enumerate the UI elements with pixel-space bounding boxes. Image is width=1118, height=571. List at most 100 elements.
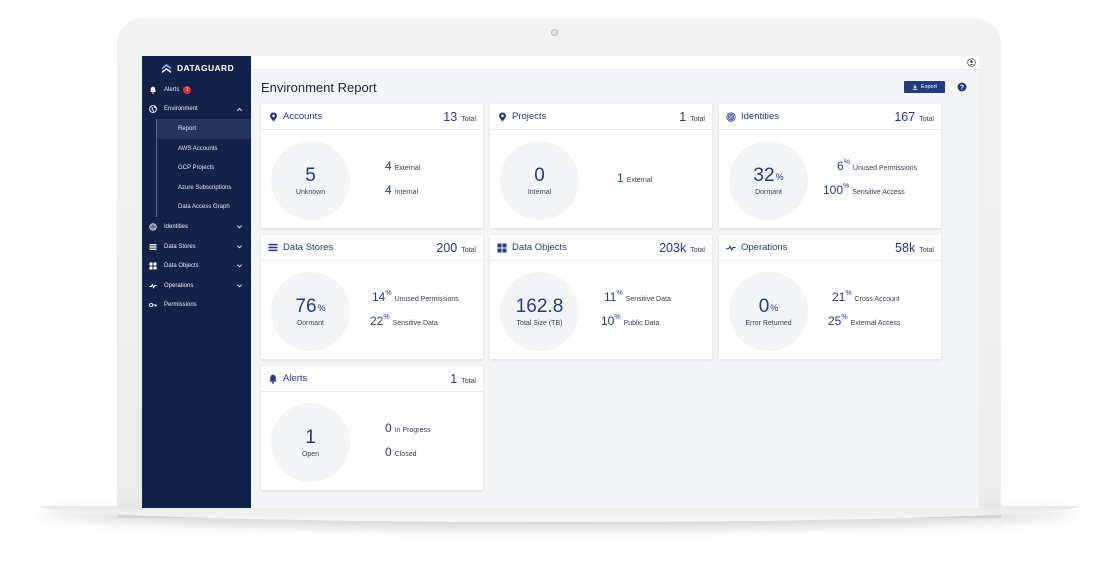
percent-sign: % bbox=[317, 303, 326, 313]
stat-value: 0 bbox=[385, 421, 392, 435]
sidebar-item-data-stores[interactable]: Data Stores bbox=[142, 237, 251, 257]
map-pin-icon bbox=[268, 112, 278, 122]
sidebar-subitem-azure-subscriptions[interactable]: Azure Subscriptions bbox=[156, 177, 251, 198]
card-header: Projects 1 Total bbox=[490, 104, 712, 130]
summary-caption: Total Size (TB) bbox=[516, 320, 563, 327]
sidebar-item-permissions[interactable]: Permissions bbox=[142, 296, 251, 316]
projects-card[interactable]: Projects 1 Total 0 Internal 1 External bbox=[490, 104, 712, 228]
total-value: 200 bbox=[436, 240, 458, 255]
stat-value: 25% bbox=[828, 314, 848, 328]
data-objects-card[interactable]: Data Objects 203k Total 162.8 Total Size … bbox=[490, 235, 712, 359]
help-icon[interactable]: ? bbox=[957, 82, 967, 92]
summary-value: 1 bbox=[305, 427, 316, 448]
identities-card[interactable]: Identities 167 Total 32% Dormant 6% Unused… bbox=[719, 104, 941, 228]
sidebar-subitem-label: Data Access Graph bbox=[178, 204, 230, 211]
sidebar-item-operations[interactable]: Operations bbox=[142, 276, 251, 296]
stat-label: External bbox=[394, 165, 421, 172]
stat-label: Internal bbox=[394, 189, 419, 196]
grid-icon bbox=[149, 262, 157, 270]
stat-public-data: 10% Public Data bbox=[601, 314, 659, 328]
stat-value: 14% bbox=[372, 290, 392, 304]
summary-value: 0 bbox=[534, 165, 545, 186]
summary-caption: Dormant bbox=[755, 189, 782, 196]
stat-sensitive-data: 22% Sensitive Data bbox=[370, 314, 438, 328]
alerts-count-badge: 1 bbox=[183, 85, 192, 94]
alerts-card[interactable]: Alerts 1 Total 1 Open 0 In Progress 0 Close… bbox=[261, 366, 483, 490]
total-label: Total bbox=[461, 115, 476, 123]
stat-number: 100 bbox=[823, 183, 844, 197]
sidebar-item-label: Operations bbox=[164, 282, 194, 289]
total-label: Total bbox=[461, 246, 476, 254]
stat-closed: 0 Closed bbox=[385, 445, 416, 459]
percent-sign: % bbox=[841, 314, 848, 321]
stat-number: 10 bbox=[601, 314, 615, 328]
stat-label: External Access bbox=[850, 320, 901, 327]
stat-label: Unused Permissions bbox=[394, 296, 459, 303]
stat-label: Cross Account bbox=[854, 296, 900, 303]
stat-value: 4 bbox=[385, 183, 392, 197]
percent-sign: % bbox=[845, 290, 852, 297]
top-bar bbox=[251, 56, 979, 70]
card-title: Data Stores bbox=[283, 242, 334, 253]
card-header: Accounts 13 Total bbox=[261, 104, 483, 130]
map-pin-icon bbox=[497, 112, 507, 122]
stat-label: Closed bbox=[394, 451, 417, 458]
sidebar-subitem-label: GCP Projects bbox=[178, 165, 215, 172]
stat-number: 6 bbox=[837, 159, 844, 173]
summary-caption: Internal bbox=[527, 189, 552, 196]
stat-external-access: 25% External Access bbox=[828, 314, 900, 328]
total-label: Total bbox=[690, 115, 705, 123]
sidebar-subitem-report[interactable]: Report bbox=[156, 119, 251, 139]
summary-caption: Unknown bbox=[295, 189, 326, 196]
stat-value: 6% bbox=[837, 159, 850, 173]
bell-icon bbox=[149, 86, 157, 94]
total-value: 203k bbox=[659, 240, 687, 255]
summary-circle: 76% Dormant bbox=[271, 272, 350, 351]
sidebar-item-environment[interactable]: Environment bbox=[142, 100, 251, 120]
card-title: Data Objects bbox=[512, 242, 567, 253]
user-account-icon[interactable] bbox=[967, 58, 976, 67]
sidebar-item-label: Identities bbox=[164, 223, 189, 230]
sidebar-subitem-gcp-projects[interactable]: GCP Projects bbox=[156, 158, 251, 178]
data-stores-card[interactable]: Data Stores 200 Total 76% Dormant 14% Unus… bbox=[261, 235, 483, 359]
list-icon bbox=[268, 243, 278, 253]
list-icon bbox=[149, 243, 157, 251]
sidebar-subitem-label: Azure Subscriptions bbox=[178, 184, 232, 191]
stat-unused-permissions: 6% Unused Permissions bbox=[837, 159, 917, 173]
percent-sign: % bbox=[383, 314, 390, 321]
summary-circle: 162.8 Total Size (TB) bbox=[500, 272, 579, 351]
stat-value: 10% bbox=[601, 314, 621, 328]
summary-caption: Dormant bbox=[297, 320, 324, 327]
summary-circle: 0 Internal bbox=[500, 141, 579, 220]
sidebar-item-data-objects[interactable]: Data Objects bbox=[142, 256, 251, 276]
stat-value: 21% bbox=[832, 290, 852, 304]
card-total: 203k Total bbox=[659, 241, 705, 255]
sidebar-subitem-aws-accounts[interactable]: AWS Accounts bbox=[156, 138, 251, 159]
page-title: Environment Report bbox=[261, 80, 377, 95]
dataguard-logo-icon bbox=[161, 63, 172, 73]
stat-number: 25 bbox=[828, 314, 842, 328]
chevron-down-icon bbox=[237, 284, 242, 288]
stat-label: Sensitive Data bbox=[625, 296, 671, 303]
total-value: 58k bbox=[895, 240, 916, 255]
operations-card[interactable]: Operations 58k Total 0% Error Returned 21… bbox=[719, 235, 941, 359]
card-header: Data Objects 203k Total bbox=[490, 235, 712, 261]
bell-icon bbox=[268, 374, 278, 384]
card-header: Alerts 1 Total bbox=[261, 366, 483, 392]
app-screen: DATAGUARD Alerts 1 Environment Report AW… bbox=[142, 56, 979, 508]
stat-number: 11 bbox=[604, 290, 617, 304]
sidebar-item-identities[interactable]: Identities bbox=[142, 217, 251, 237]
brand[interactable]: DATAGUARD bbox=[142, 58, 251, 78]
fingerprint-icon bbox=[149, 223, 157, 231]
sidebar-item-alerts[interactable]: Alerts 1 bbox=[142, 80, 251, 100]
export-button[interactable]: Export bbox=[904, 81, 945, 93]
stat-sensitive-data: 11% Sensitive Data bbox=[604, 290, 671, 304]
sidebar-item-label: Permissions bbox=[164, 302, 197, 309]
card-header: Data Stores 200 Total bbox=[261, 235, 483, 261]
card-title: Projects bbox=[512, 111, 547, 122]
sidebar-item-label: Data Stores bbox=[164, 243, 196, 250]
accounts-card[interactable]: Accounts 13 Total 5 Unknown 4 External 4 In… bbox=[261, 104, 483, 228]
sidebar-subitem-data-access-graph[interactable]: Data Access Graph bbox=[156, 197, 251, 218]
summary-number: 32 bbox=[753, 165, 775, 186]
percent-sign: % bbox=[843, 183, 850, 190]
